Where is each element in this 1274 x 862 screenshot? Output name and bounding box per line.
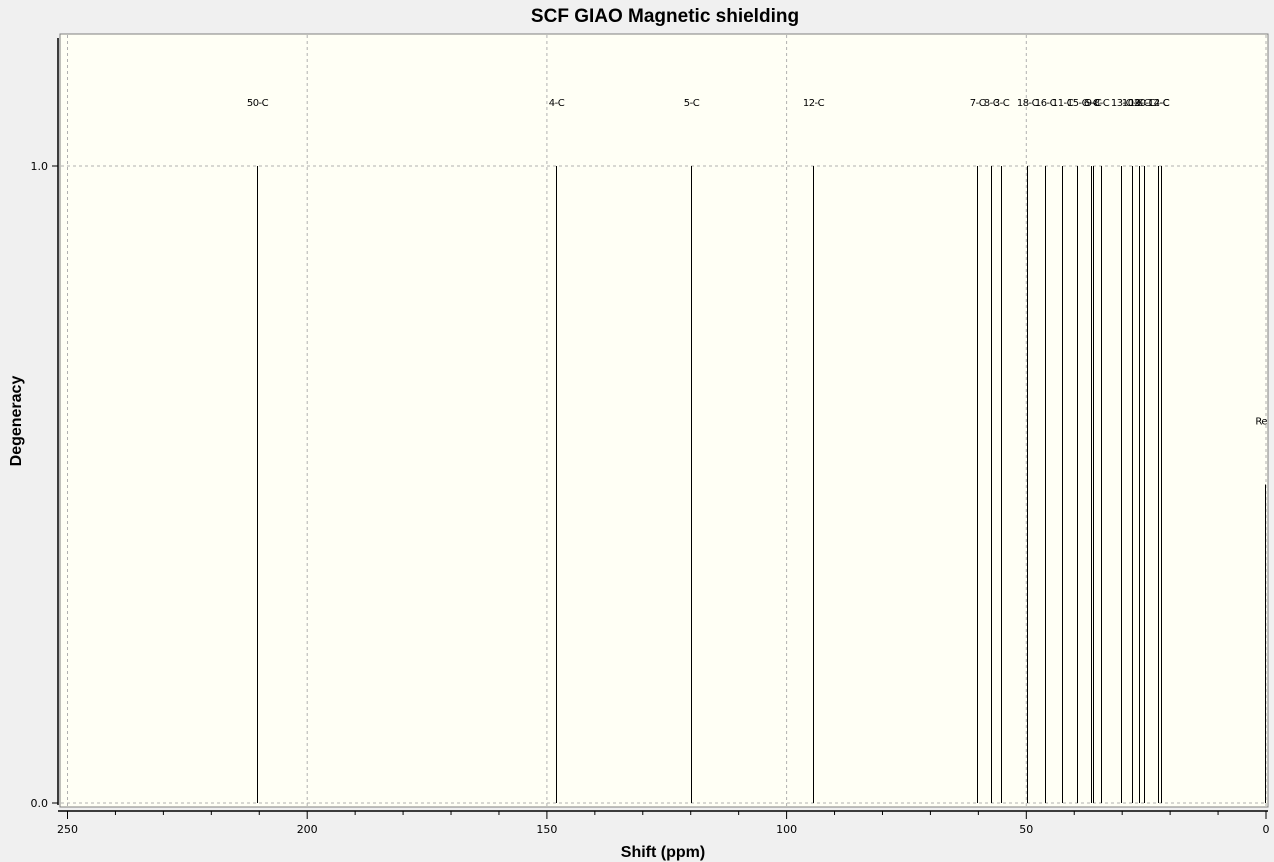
y-tick-label: 1.0 [31,160,49,173]
x-tick-label: 200 [297,823,318,836]
x-axis-label: Shift (ppm) [621,844,705,861]
peak-label: 12-C [803,98,825,109]
x-tick-label: 100 [776,823,797,836]
peak-label: 2-C [1154,98,1170,109]
peak-label: Re [1255,417,1267,428]
y-tick-label: 0.0 [31,797,49,810]
peak-label: 4-C [549,98,565,109]
y-axis-label: Degeneracy [8,376,25,467]
x-tick-label: 250 [57,823,78,836]
x-tick-label: 0 [1263,823,1270,836]
chart-window: SCF GIAO Magnetic shielding 0.0 1.0 250 200… [0,0,1274,862]
nmr-spectrum-chart: SCF GIAO Magnetic shielding 0.0 1.0 250 200… [8,6,1270,861]
x-tick-label: 150 [536,823,557,836]
peak-label: 3-C [994,98,1010,109]
peak-label: 5-C [684,98,700,109]
plot-area [59,33,1269,808]
chart-title: SCF GIAO Magnetic shielding [531,6,799,27]
peak-label: 8-C [1094,98,1110,109]
peak-label: 50-C [247,98,269,109]
x-tick-label: 50 [1019,823,1033,836]
